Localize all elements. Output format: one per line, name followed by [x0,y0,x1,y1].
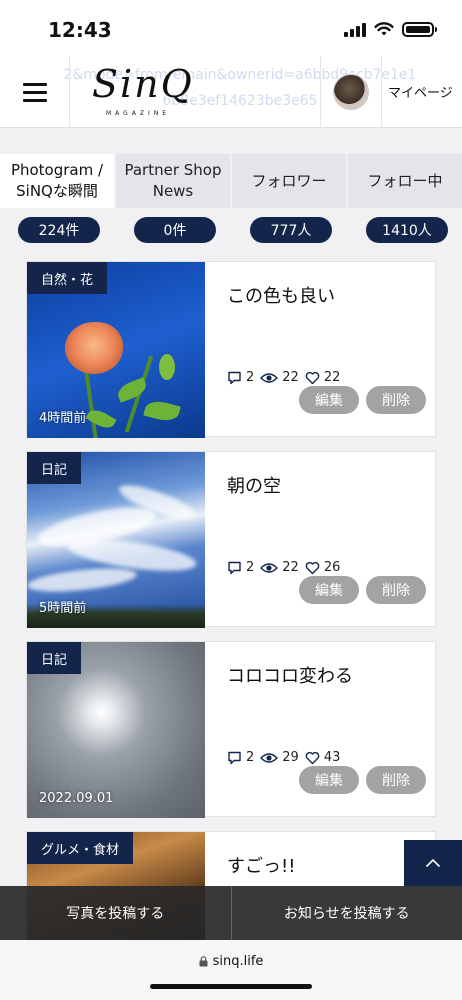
tab-partner-shop-news[interactable]: Partner Shop News [116,154,232,208]
comment-count: 2 [246,750,255,765]
tab-counts: 224件 0件 777人 1410人 [0,217,462,243]
view-count: 22 [282,560,299,575]
lock-icon [199,956,208,967]
bottom-action-bar: 写真を投稿する お知らせを投稿する [0,886,462,940]
url-text: sinq.life [212,954,264,969]
mypage-link[interactable]: マイページ [388,82,453,101]
wifi-icon [374,22,394,36]
avatar-button[interactable] [320,56,382,128]
logo-subtitle: MAGAZINE [106,110,171,117]
count-badge: 1410人 [366,217,448,243]
browser-toolbar: sinq.life [0,940,462,1000]
post-title[interactable]: すごっ!! [227,852,295,878]
home-indicator [150,984,312,989]
comment-icon [228,561,241,574]
post-thumbnail[interactable]: 日記 5時間前 [27,452,205,628]
like-count: 43 [323,750,341,765]
category-tag: 日記 [27,642,82,674]
post-stats: 2 22 22 [227,370,340,385]
count-badge: 224件 [18,217,100,243]
menu-icon[interactable] [0,56,70,128]
comment-count: 2 [246,560,255,575]
like-count: 26 [323,560,341,575]
post-stats: 2 22 26 [227,560,340,575]
delete-button[interactable]: 削除 [366,766,426,794]
comment-icon [228,751,241,764]
logo-text: SinQ [92,62,194,106]
category-tag: 自然・花 [27,262,108,294]
post-title[interactable]: コロコロ変わる [227,662,353,688]
post-title[interactable]: 朝の空 [227,472,281,498]
post-title[interactable]: この色も良い [227,282,335,308]
comment-icon [228,371,241,384]
cellular-signal-icon [344,22,366,37]
post-card[interactable]: 自然・花 4時間前 この色も良い 2 22 22 編集 削除 [26,261,436,438]
post-thumbnail[interactable]: 日記 2022.09.01 [27,642,205,818]
tab-photogram[interactable]: Photogram / SiNQな瞬間 [0,154,116,208]
heart-icon [305,561,320,574]
category-tag: 日記 [27,452,82,484]
view-count: 29 [282,750,299,765]
avatar [333,74,369,110]
tab-followers[interactable]: フォロワー [232,154,348,208]
comment-count: 2 [246,370,255,385]
delete-button[interactable]: 削除 [366,576,426,604]
back-to-top-button[interactable] [404,840,462,886]
status-bar: 12:43 [0,0,462,56]
post-thumbnail[interactable]: 自然・花 4時間前 [27,262,205,438]
tab-following[interactable]: フォロー中 [348,154,462,208]
heart-icon [305,371,320,384]
status-time: 12:43 [48,18,112,42]
post-time: 2022.09.01 [39,791,114,806]
chevron-up-icon [425,858,441,868]
post-news-button[interactable]: お知らせを投稿する [230,886,462,940]
edit-button[interactable]: 編集 [299,766,359,794]
post-stats: 2 29 43 [227,750,340,765]
profile-tabs: Photogram / SiNQな瞬間 Partner Shop News フォ… [0,154,462,208]
count-badge: 0件 [134,217,216,243]
site-logo[interactable]: SinQ MAGAZINE [90,62,200,122]
view-count: 22 [282,370,299,385]
delete-button[interactable]: 削除 [366,386,426,414]
post-photo-button[interactable]: 写真を投稿する [0,886,231,940]
eye-icon [260,562,279,573]
category-tag: グルメ・食材 [27,832,134,864]
status-icons [344,22,437,37]
post-card[interactable]: 日記 2022.09.01 コロコロ変わる 2 29 43 編集 削除 [26,641,436,818]
post-card[interactable]: 日記 5時間前 朝の空 2 22 26 編集 削除 [26,451,436,628]
eye-icon [260,372,279,383]
post-time: 4時間前 [39,411,87,426]
site-header: 2&mode=fromremain&ownerid=a6bbd9ccb7e1e1… [0,56,462,128]
eye-icon [260,752,279,763]
address-bar[interactable]: sinq.life [0,954,462,969]
count-badge: 777人 [250,217,332,243]
battery-icon [402,22,437,37]
like-count: 22 [323,370,341,385]
edit-button[interactable]: 編集 [299,576,359,604]
post-time: 5時間前 [39,601,87,616]
heart-icon [305,751,320,764]
edit-button[interactable]: 編集 [299,386,359,414]
